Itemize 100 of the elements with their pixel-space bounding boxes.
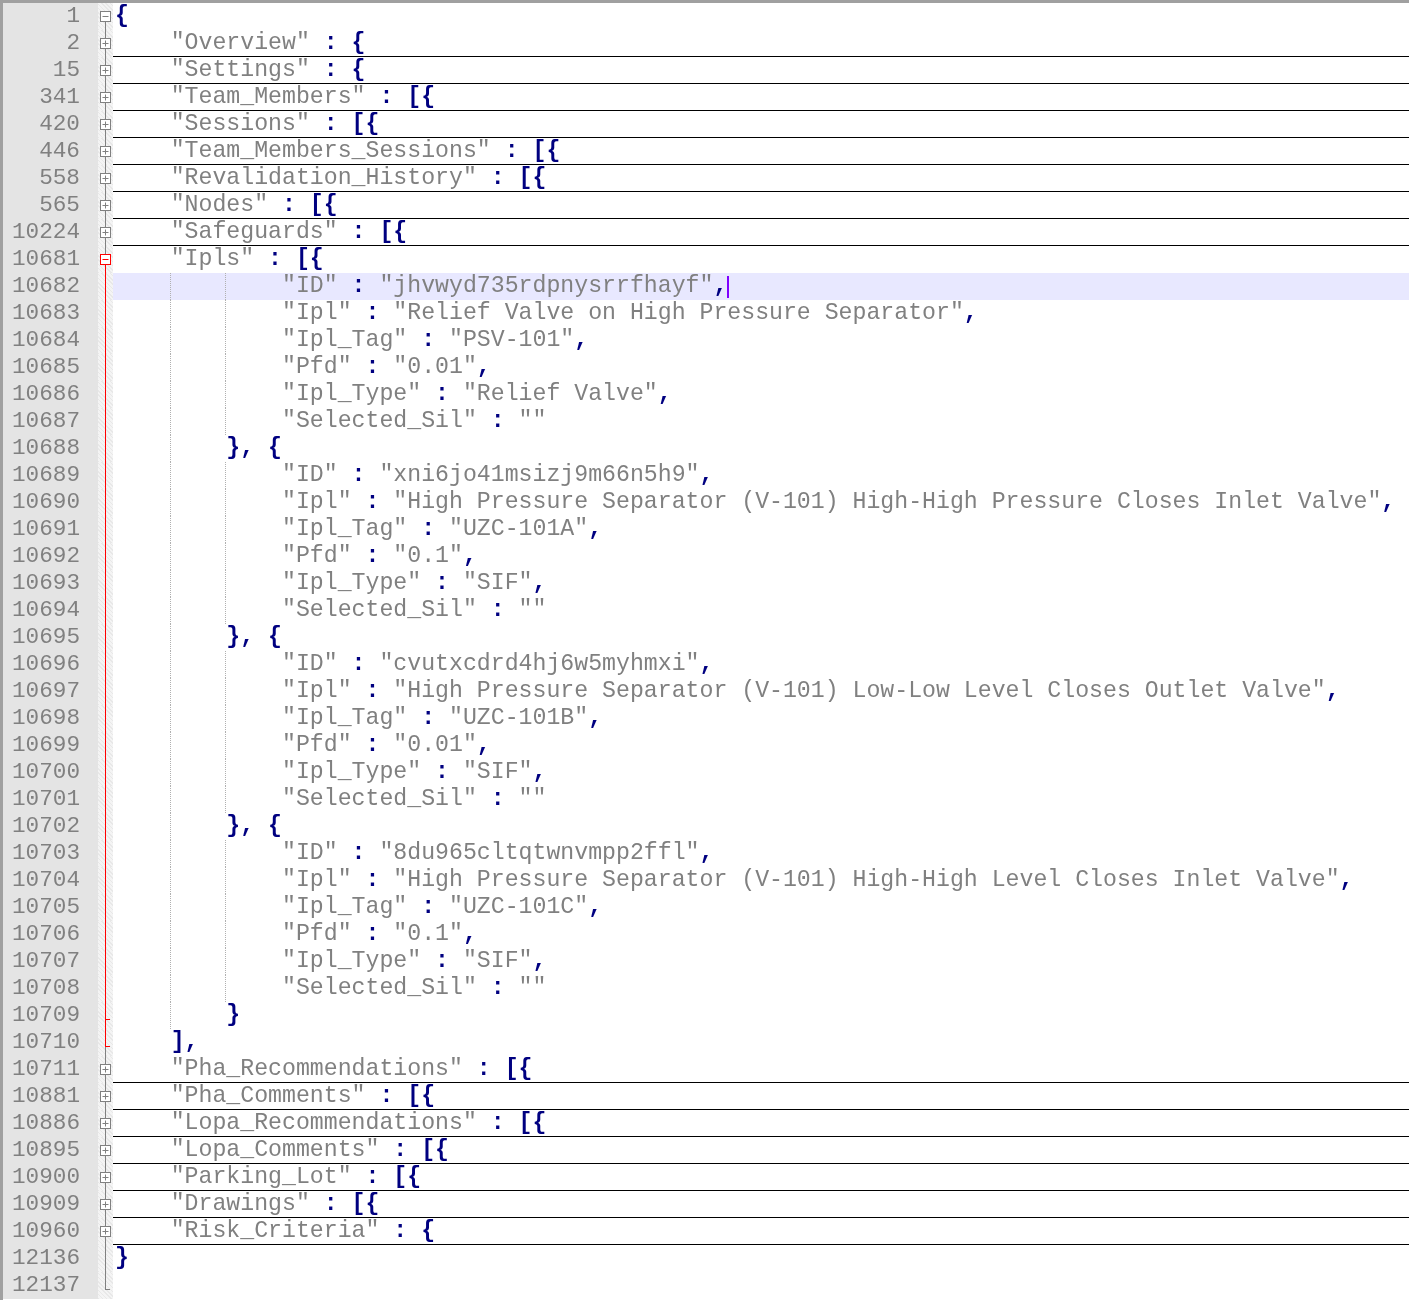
fold-collapsed-icon[interactable] xyxy=(98,1164,113,1191)
code-line: }, { xyxy=(115,435,282,462)
code-line: "ID" : "8du965cltqtwnvmpp2ffl", xyxy=(115,840,714,867)
fold-collapsed-icon[interactable] xyxy=(98,1218,113,1245)
code-line: "Ipl" : "High Pressure Separator (V-101) High-High Level Closes Inlet Valve", xyxy=(115,867,1354,894)
fold-collapsed-icon[interactable] xyxy=(98,192,113,219)
line-number: 10909 xyxy=(11,1191,80,1218)
code-line: "Pha_Comments" : [{ xyxy=(169,1082,436,1110)
line-number: 10708 xyxy=(11,975,80,1002)
code-line: }, { xyxy=(115,624,282,651)
code-line: "Ipl_Tag" : "PSV-101", xyxy=(115,327,589,354)
code-line: "Selected_Sil" : "" xyxy=(115,786,547,813)
line-number: 10960 xyxy=(11,1218,80,1245)
code-line: "Ipl_Type" : "Relief Valve", xyxy=(115,381,672,408)
line-number: 10681 xyxy=(11,246,80,273)
code-line: "Risk_Criteria" : { xyxy=(169,1217,436,1245)
line-number: 10895 xyxy=(11,1137,80,1164)
line-number: 10684 xyxy=(11,327,80,354)
line-number: 10689 xyxy=(11,462,80,489)
fold-collapsed-icon[interactable] xyxy=(98,138,113,165)
line-number: 10710 xyxy=(11,1029,80,1056)
fold-collapsed-icon[interactable] xyxy=(98,1056,113,1083)
code-line: "Ipl_Type" : "SIF", xyxy=(115,570,547,597)
line-number: 420 xyxy=(39,111,80,138)
code-line: "Ipl" : "Relief Valve on High Pressure Separator", xyxy=(115,300,978,327)
code-line: "Safeguards" : [{ xyxy=(169,218,408,246)
code-line: "ID" : "cvutxcdrd4hj6w5myhmxi", xyxy=(115,651,714,678)
line-number: 10224 xyxy=(11,219,80,246)
code-line: "Nodes" : [{ xyxy=(169,191,338,219)
fold-collapsed-icon[interactable] xyxy=(98,1110,113,1137)
line-number: 10900 xyxy=(11,1164,80,1191)
line-number: 558 xyxy=(39,165,80,192)
line-number: 10705 xyxy=(11,894,80,921)
code-line: "Selected_Sil" : "" xyxy=(115,408,547,435)
line-number: 10698 xyxy=(11,705,80,732)
line-number: 10685 xyxy=(11,354,80,381)
line-number: 446 xyxy=(39,138,80,165)
line-number: 10702 xyxy=(11,813,80,840)
fold-collapsed-icon[interactable] xyxy=(98,219,113,246)
line-number: 10704 xyxy=(11,867,80,894)
code-line: "Ipls" : [{ xyxy=(169,246,324,273)
line-number: 10700 xyxy=(11,759,80,786)
line-number: 10690 xyxy=(11,489,80,516)
fold-collapsed-icon[interactable] xyxy=(98,1137,113,1164)
code-line: "Team_Members_Sessions" : [{ xyxy=(169,137,561,165)
fold-collapsed-icon[interactable] xyxy=(98,84,113,111)
line-number: 10692 xyxy=(11,543,80,570)
line-number: 12137 xyxy=(11,1272,80,1299)
code-line: "Lopa_Recommendations" : [{ xyxy=(169,1109,547,1137)
line-number: 10881 xyxy=(11,1083,80,1110)
code-line: "Ipl_Tag" : "UZC-101A", xyxy=(115,516,603,543)
code-line: "Overview" : { xyxy=(169,29,366,57)
fold-collapsed-icon[interactable] xyxy=(98,165,113,192)
code-line: "Team_Members" : [{ xyxy=(169,83,436,111)
code-line: "ID" : "jhvwyd735rdpnysrrfhayf", xyxy=(115,273,728,300)
line-number: 10687 xyxy=(11,408,80,435)
line-number: 341 xyxy=(39,84,80,111)
fold-collapsed-icon[interactable] xyxy=(98,57,113,84)
code-line: { xyxy=(115,3,129,30)
line-number: 10711 xyxy=(11,1056,80,1083)
line-number: 10694 xyxy=(11,597,80,624)
line-number: 12136 xyxy=(11,1245,80,1272)
code-line: "Pfd" : "0.1", xyxy=(115,543,477,570)
code-line: "Pfd" : "0.01", xyxy=(115,732,491,759)
line-number: 10699 xyxy=(11,732,80,759)
line-number: 10686 xyxy=(11,381,80,408)
fold-collapsed-icon[interactable] xyxy=(98,111,113,138)
line-number: 10691 xyxy=(11,516,80,543)
code-line: "Lopa_Comments" : [{ xyxy=(169,1136,449,1164)
line-number: 10703 xyxy=(11,840,80,867)
line-number: 10696 xyxy=(11,651,80,678)
line-number: 15 xyxy=(52,57,80,84)
line-number: 2 xyxy=(66,30,80,57)
line-number: 10693 xyxy=(11,570,80,597)
line-number: 10886 xyxy=(11,1110,80,1137)
code-line: "Selected_Sil" : "" xyxy=(115,975,547,1002)
fold-collapsed-icon[interactable] xyxy=(98,1191,113,1218)
code-line: "Sessions" : [{ xyxy=(169,110,380,138)
line-number: 10701 xyxy=(11,786,80,813)
line-number: 10688 xyxy=(11,435,80,462)
code-line: "Pfd" : "0.01", xyxy=(115,354,491,381)
code-line: "Ipl_Tag" : "UZC-101B", xyxy=(115,705,603,732)
code-line: ], xyxy=(169,1029,199,1056)
code-line: "Ipl" : "High Pressure Separator (V-101) High-High Pressure Closes Inlet Valve", xyxy=(115,489,1396,516)
code-line: "Selected_Sil" : "" xyxy=(115,597,547,624)
code-line: "Ipl_Type" : "SIF", xyxy=(115,948,547,975)
text-cursor xyxy=(727,275,730,298)
code-line: "Revalidation_History" : [{ xyxy=(169,164,547,192)
fold-expanded-icon[interactable] xyxy=(98,246,113,273)
fold-collapsed-icon[interactable] xyxy=(98,1083,113,1110)
code-line: "Settings" : { xyxy=(169,56,366,84)
line-number: 565 xyxy=(39,192,80,219)
line-number: 10707 xyxy=(11,948,80,975)
code-line: "ID" : "xni6jo41msizj9m66n5h9", xyxy=(115,462,714,489)
line-number: 10682 xyxy=(11,273,80,300)
line-number: 1 xyxy=(66,3,80,30)
fold-collapsed-icon[interactable] xyxy=(98,30,113,57)
line-number: 10709 xyxy=(11,1002,80,1029)
line-number: 10683 xyxy=(11,300,80,327)
code-line: "Ipl_Tag" : "UZC-101C", xyxy=(115,894,603,921)
